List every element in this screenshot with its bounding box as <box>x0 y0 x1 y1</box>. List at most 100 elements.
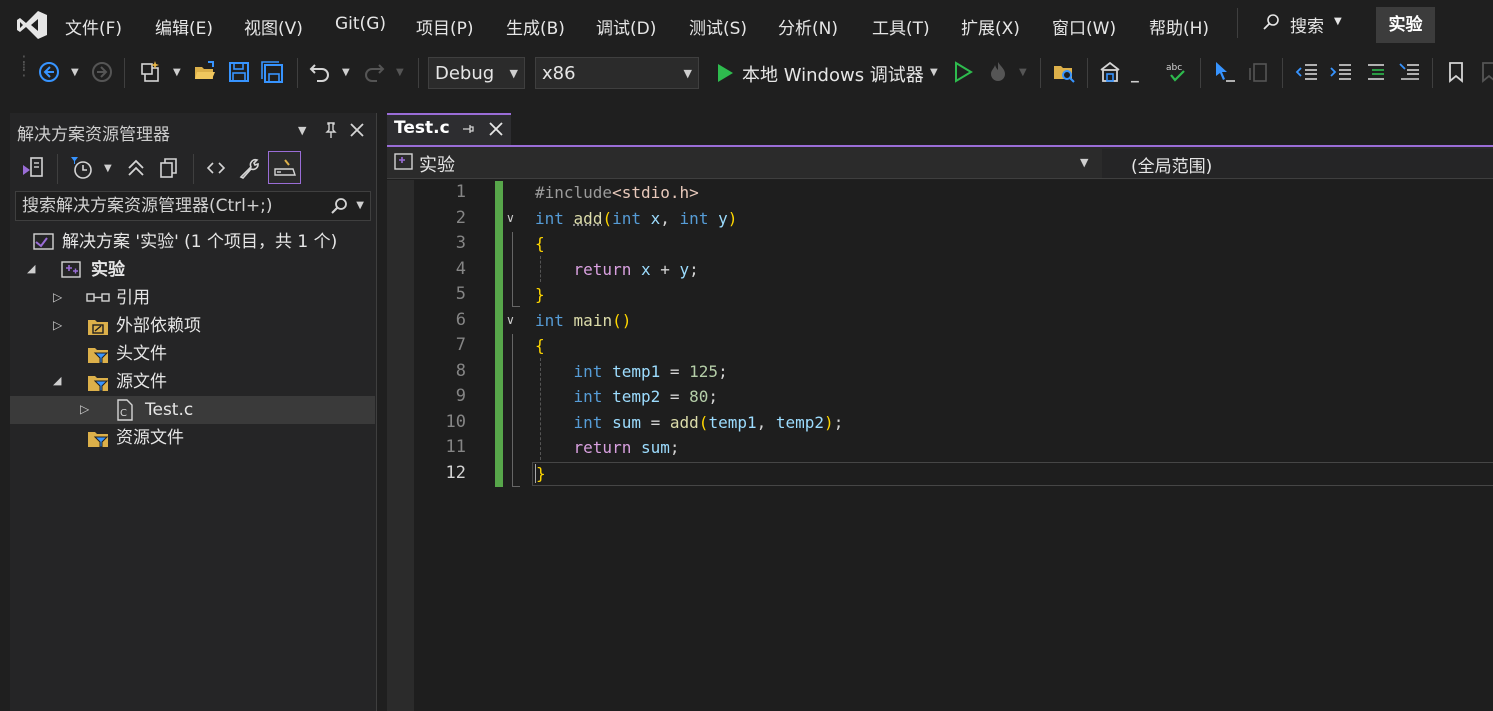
redo-icon[interactable] <box>362 60 386 84</box>
chevron-down-icon[interactable]: ▼ <box>1080 156 1088 169</box>
project-selector[interactable]: 实验 <box>419 151 455 177</box>
menu-help[interactable]: 帮助(H) <box>1149 14 1209 39</box>
menu-file[interactable]: 文件(F) <box>65 14 122 39</box>
start-debugging-button[interactable]: 本地 Windows 调试器 <box>742 61 924 87</box>
tree-item-label: 外部依赖项 <box>116 316 201 336</box>
redo-dropdown-icon[interactable]: ▼ <box>396 67 404 78</box>
toolbar-divider <box>1432 58 1433 88</box>
code-token: sum <box>612 413 641 432</box>
menu-tools[interactable]: 工具(T) <box>872 14 930 39</box>
code-token: add <box>573 209 603 228</box>
code-token: y <box>718 209 728 228</box>
code-token: x <box>640 260 651 279</box>
menu-test[interactable]: 测试(S) <box>689 14 747 39</box>
collapsed-arrow-icon[interactable]: ▷ <box>53 318 62 332</box>
menu-extensions[interactable]: 扩展(X) <box>961 14 1020 39</box>
solution-search-input[interactable]: 搜索解决方案资源管理器(Ctrl+;) ▼ <box>15 191 371 221</box>
line-number: 1 <box>455 182 466 202</box>
expanded-arrow-icon[interactable]: ◢ <box>53 374 61 387</box>
window-layout-icon[interactable] <box>1098 60 1122 84</box>
increase-indent-icon[interactable] <box>1329 60 1353 84</box>
menu-build[interactable]: 生成(B) <box>506 14 565 39</box>
find-in-files-icon[interactable] <box>1052 60 1076 84</box>
menu-edit[interactable]: 编辑(E) <box>155 14 213 39</box>
window-position-dropdown-icon[interactable]: ▼ <box>298 124 306 137</box>
code-token: int <box>679 209 709 228</box>
menu-debug[interactable]: 调试(D) <box>596 14 656 39</box>
cursor-select-icon[interactable] <box>1212 60 1236 84</box>
chevron-down-icon: ▼ <box>1334 16 1342 27</box>
line-number: 8 <box>455 361 466 381</box>
tree-item-label: 头文件 <box>116 344 167 364</box>
new-item-dropdown-icon[interactable]: ▼ <box>173 67 181 78</box>
collapsed-arrow-icon[interactable]: ▷ <box>80 402 89 416</box>
code-token: int <box>612 209 641 228</box>
show-all-files-icon[interactable] <box>158 157 180 179</box>
switch-views-icon[interactable] <box>20 155 46 181</box>
tree-item-label: 源文件 <box>116 372 167 392</box>
filter-folder-icon <box>88 348 109 364</box>
properties-wrench-icon[interactable] <box>238 156 262 180</box>
menu-window[interactable]: 窗口(W) <box>1052 14 1116 39</box>
project-name-badge[interactable]: 实验 <box>1376 7 1435 43</box>
open-folder-icon[interactable] <box>193 60 217 84</box>
code-token: temp1 <box>612 362 661 381</box>
bookmark-prev-icon[interactable] <box>1477 60 1493 84</box>
visual-studio-logo-icon <box>17 11 47 39</box>
search-icon[interactable] <box>330 197 348 215</box>
comment-lines-icon[interactable] <box>1364 60 1388 84</box>
fold-collapse-icon[interactable]: ∨ <box>506 211 515 225</box>
layout-dropdown-icon[interactable]: ▁ <box>1131 72 1139 83</box>
start-debugging-icon[interactable] <box>713 61 737 85</box>
navigate-back-icon[interactable] <box>37 60 61 84</box>
global-search-button[interactable]: 搜索 ▼ <box>1258 10 1358 37</box>
configuration-select[interactable]: Debug ▼ <box>428 57 525 89</box>
filter-folder-icon <box>88 432 109 448</box>
save-all-icon[interactable] <box>260 60 284 84</box>
toolbar-grip[interactable]: ⋮ ⋮ <box>16 54 32 78</box>
code-token: x <box>650 209 661 228</box>
c-file-icon: C <box>117 399 133 421</box>
save-icon[interactable] <box>227 60 251 84</box>
menu-project[interactable]: 项目(P) <box>416 14 474 39</box>
column-select-icon[interactable] <box>1247 60 1271 84</box>
pending-changes-filter-icon[interactable] <box>69 155 95 181</box>
code-line-8: int temp1 = 125; <box>573 362 728 381</box>
code-token: int <box>535 311 564 330</box>
close-tab-icon[interactable] <box>488 121 504 137</box>
expanded-arrow-icon[interactable]: ◢ <box>27 262 35 275</box>
close-icon[interactable] <box>348 121 366 139</box>
menu-view[interactable]: 视图(V) <box>244 14 303 39</box>
hot-reload-icon[interactable] <box>986 60 1010 84</box>
start-without-debugging-icon[interactable] <box>951 60 975 84</box>
platform-select[interactable]: x86 ▼ <box>535 57 699 89</box>
debug-target-dropdown-icon[interactable]: ▼ <box>930 67 938 78</box>
back-dropdown-icon[interactable]: ▼ <box>71 67 79 78</box>
hot-reload-dropdown-icon[interactable]: ▼ <box>1019 67 1027 78</box>
menu-analyze[interactable]: 分析(N) <box>778 14 838 39</box>
spell-check-icon[interactable]: abc <box>1165 60 1189 84</box>
view-code-icon[interactable] <box>205 157 227 179</box>
toolbar-divider <box>1200 58 1201 88</box>
new-item-icon[interactable] <box>139 60 163 84</box>
navigate-forward-icon[interactable] <box>90 60 114 84</box>
collapse-all-icon[interactable] <box>125 157 147 179</box>
uncomment-lines-icon[interactable] <box>1397 60 1421 84</box>
bookmark-icon[interactable] <box>1444 60 1468 84</box>
code-token: #include <box>535 183 613 202</box>
external-dependencies-icon <box>88 320 108 335</box>
decrease-indent-icon[interactable] <box>1295 60 1319 84</box>
undo-icon[interactable] <box>308 60 332 84</box>
menu-git[interactable]: Git(G) <box>335 14 386 34</box>
pin-icon[interactable] <box>322 121 340 139</box>
code-token: int <box>573 387 603 406</box>
preview-selected-items-toggle[interactable] <box>268 151 301 184</box>
search-options-dropdown-icon[interactable]: ▼ <box>356 192 364 220</box>
undo-dropdown-icon[interactable]: ▼ <box>342 67 350 78</box>
collapsed-arrow-icon[interactable]: ▷ <box>53 290 62 304</box>
fold-region-line <box>512 232 520 307</box>
toolbar-divider <box>193 154 194 184</box>
fold-collapse-icon[interactable]: ∨ <box>506 313 515 327</box>
filter-dropdown-icon[interactable]: ▼ <box>104 163 112 174</box>
pin-tab-icon[interactable] <box>461 122 475 136</box>
